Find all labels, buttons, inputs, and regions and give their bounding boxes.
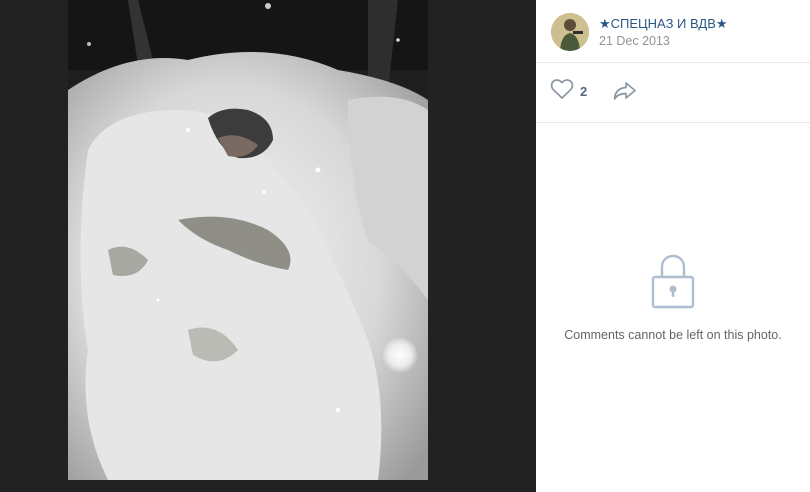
post-header: ★СПЕЦНАЗ И ВДВ★ 21 Dec 2013 <box>536 0 810 63</box>
photo[interactable] <box>68 0 428 480</box>
photo-viewer <box>0 0 536 492</box>
avatar-image <box>551 13 589 51</box>
snow-scene-image <box>68 0 428 480</box>
heart-icon <box>550 78 574 105</box>
share-button[interactable] <box>612 80 638 104</box>
like-button[interactable]: 2 <box>550 78 588 105</box>
comments-locked-message: Comments cannot be left on this photo. <box>564 328 782 342</box>
author-avatar[interactable] <box>551 13 589 51</box>
post-date: 21 Dec 2013 <box>599 34 670 48</box>
post-actions: 2 <box>536 62 810 123</box>
author-name-link[interactable]: ★СПЕЦНАЗ И ВДВ★ <box>599 16 728 32</box>
share-arrow-icon <box>612 82 638 106</box>
comments-disabled-notice: Comments cannot be left on this photo. <box>536 250 810 342</box>
lock-icon <box>650 250 696 315</box>
like-count: 2 <box>580 83 588 99</box>
photo-info-panel: ★СПЕЦНАЗ И ВДВ★ 21 Dec 2013 2 Comments c… <box>536 0 810 492</box>
